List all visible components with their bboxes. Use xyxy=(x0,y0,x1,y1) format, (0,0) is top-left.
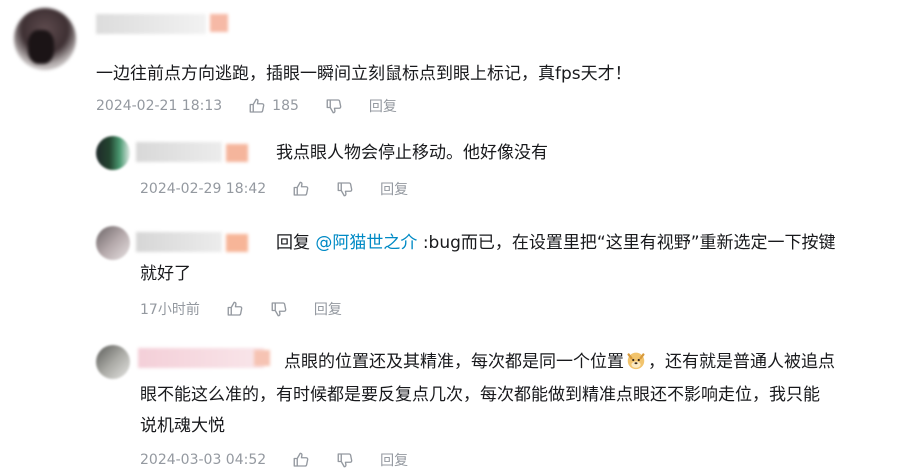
reply-meta: 2024-03-03 04:52 回复 xyxy=(140,450,408,470)
comment-thread: 一边往前点方向逃跑，插眼一瞬间立刻鼠标点到眼上标记，真fps天才！ 2024-0… xyxy=(0,0,918,474)
like-button[interactable]: 185 xyxy=(248,97,299,115)
reply-meta: 17小时前 回复 xyxy=(140,299,342,319)
username-blurred[interactable] xyxy=(138,348,264,368)
thumbs-down-icon xyxy=(337,182,353,197)
reply-button[interactable]: 回复 xyxy=(369,96,397,116)
like-button[interactable] xyxy=(292,180,310,198)
user-badge xyxy=(254,350,270,366)
thumbs-down-icon xyxy=(326,99,342,114)
user-badge xyxy=(226,144,248,162)
reply-text-continuation: 说机魂大悦 xyxy=(140,416,225,436)
thumbs-up-icon xyxy=(293,181,309,196)
reply-date: 2024-02-29 18:42 xyxy=(140,181,267,197)
avatar[interactable] xyxy=(14,8,76,70)
reply-button[interactable]: 回复 xyxy=(314,299,342,319)
reply-text: :bug而已，在设置里把“这里有视野”重新选定一下按键 xyxy=(422,233,836,253)
like-button[interactable] xyxy=(292,451,310,469)
like-count: 185 xyxy=(272,98,299,114)
user-mention-link[interactable]: @阿猫世之介 xyxy=(315,233,417,253)
avatar[interactable] xyxy=(96,345,130,379)
reply-text-continuation: 就好了 xyxy=(140,264,191,284)
avatar[interactable] xyxy=(96,136,130,170)
thumbs-down-icon xyxy=(271,302,287,317)
reply-text: 点眼的位置还及其精准，每次都是同一个位置 xyxy=(284,352,624,372)
dislike-button[interactable] xyxy=(270,300,288,318)
comment-meta: 2024-02-21 18:13 185 回复 xyxy=(96,96,397,116)
reply-text-line: 回复 @阿猫世之介 :bug而已，在设置里把“这里有视野”重新选定一下按键 xyxy=(276,227,836,259)
reply-text: 我点眼人物会停止移动。他好像没有 xyxy=(276,143,548,163)
thumbs-up-icon xyxy=(227,301,243,316)
dislike-button[interactable] xyxy=(325,97,343,115)
dislike-button[interactable] xyxy=(336,180,354,198)
thumbs-up-icon xyxy=(249,98,265,113)
doge-emoji-icon xyxy=(627,352,645,370)
thumbs-down-icon xyxy=(337,453,353,468)
username-blurred[interactable] xyxy=(136,232,222,252)
user-badge xyxy=(210,14,228,32)
reply-text: ，还有就是普通人被追点 xyxy=(648,352,835,372)
username-blurred[interactable] xyxy=(96,14,206,34)
reply-date: 2024-03-03 04:52 xyxy=(140,452,267,468)
reply-prefix: 回复 xyxy=(276,233,310,253)
reply-button[interactable]: 回复 xyxy=(380,450,408,470)
username-blurred[interactable] xyxy=(136,142,222,162)
user-badge xyxy=(226,234,248,252)
thumbs-up-icon xyxy=(293,452,309,467)
reply-button[interactable]: 回复 xyxy=(380,179,408,199)
reply-text-continuation: 眼不能这么准的，有时候都是要反复点几次，每次都能做到精准点眼还不影响走位，我只能 xyxy=(140,385,820,405)
like-button[interactable] xyxy=(226,300,244,318)
reply-text-line: 点眼的位置还及其精准，每次都是同一个位置 ，还有就是普通人被追点 xyxy=(284,346,835,378)
comment-text: 一边往前点方向逃跑，插眼一瞬间立刻鼠标点到眼上标记，真fps天才！ xyxy=(96,64,632,84)
avatar[interactable] xyxy=(96,226,130,260)
comment-date: 2024-02-21 18:13 xyxy=(96,98,223,114)
dislike-button[interactable] xyxy=(336,451,354,469)
reply-meta: 2024-02-29 18:42 回复 xyxy=(140,179,408,199)
reply-date: 17小时前 xyxy=(140,302,200,318)
